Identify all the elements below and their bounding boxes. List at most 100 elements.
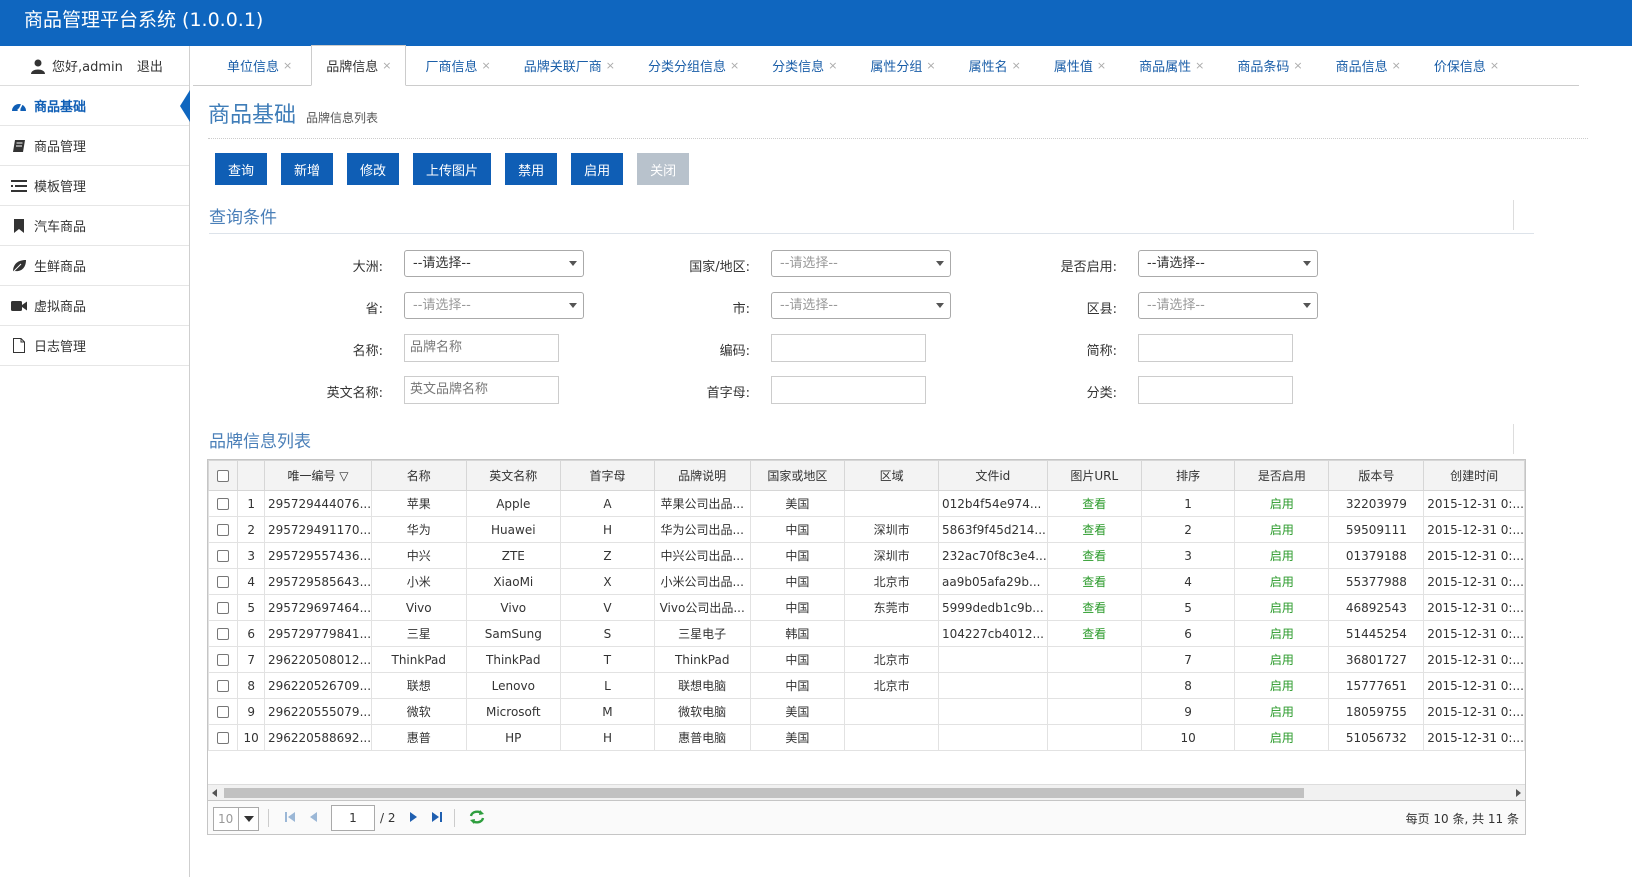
tab-goods-info[interactable]: 商品信息 × (1322, 45, 1415, 85)
tab-close-icon[interactable]: × (382, 59, 391, 72)
add-button[interactable]: 新增 (281, 153, 334, 185)
tab-goods-barcode[interactable]: 商品条码 × (1223, 45, 1316, 85)
column-header[interactable]: 首字母 (560, 460, 655, 491)
district-select[interactable]: --请选择-- (1138, 292, 1318, 319)
column-header[interactable]: 版本号 (1328, 460, 1425, 491)
city-select[interactable]: --请选择-- (771, 292, 951, 319)
row-checkbox[interactable] (217, 576, 230, 588)
tab-close-icon[interactable]: × (730, 59, 739, 72)
tab-brand-info[interactable]: 品牌信息 × (311, 45, 407, 86)
refresh-icon[interactable] (468, 809, 486, 825)
row-checkbox[interactable] (217, 602, 230, 614)
horizontal-scrollbar[interactable] (208, 784, 1525, 800)
row-select-cell[interactable] (208, 594, 239, 621)
column-header[interactable]: 品牌说明 (653, 460, 751, 491)
initial-input[interactable] (771, 376, 926, 404)
tab-goods-attribute[interactable]: 商品属性 × (1125, 45, 1218, 85)
table-row[interactable]: 10 296220588692... 惠普 HP H 惠普电脑 美国 10 启用 51056732… (208, 724, 1525, 751)
table-row[interactable]: 4 295729585643... 小米 XiaoMi X 小米公司出品... 中国 北京市 a… (208, 568, 1525, 595)
edit-button[interactable]: 修改 (347, 153, 400, 185)
disable-button[interactable]: 禁用 (505, 153, 558, 185)
tab-close-icon[interactable]: × (1195, 59, 1204, 72)
tab-attribute-name[interactable]: 属性名 × (955, 45, 1035, 85)
row-checkbox[interactable] (217, 524, 230, 536)
upload-image-button[interactable]: 上传图片 (413, 153, 492, 185)
category-input[interactable] (1138, 376, 1293, 404)
last-page-icon[interactable] (431, 811, 443, 823)
table-row[interactable]: 8 296220526709... 联想 Lenovo L 联想电脑 中国 北京市 8 启用 157… (208, 672, 1525, 699)
sidebar-item-goods-basic[interactable]: 商品基础 (0, 86, 190, 126)
row-checkbox[interactable] (217, 498, 230, 510)
previous-page-icon[interactable] (308, 811, 318, 823)
tab-attribute-value[interactable]: 属性值 × (1040, 45, 1120, 85)
column-header[interactable]: 创建时间 (1423, 460, 1525, 491)
row-select-cell[interactable] (208, 646, 239, 673)
column-header[interactable]: 国家或地区 (749, 460, 846, 491)
enabled-select[interactable]: --请选择-- (1138, 250, 1318, 277)
select-all-cell[interactable] (208, 460, 239, 491)
tab-close-icon[interactable]: × (606, 59, 615, 72)
column-header[interactable]: 是否启用 (1234, 460, 1330, 491)
tab-category-info[interactable]: 分类信息 × (758, 45, 851, 85)
english-name-input[interactable]: 英文品牌名称 (404, 376, 559, 404)
name-input[interactable]: 品牌名称 (404, 334, 559, 362)
tab-close-icon[interactable]: × (1097, 59, 1106, 72)
next-page-icon[interactable] (409, 811, 419, 823)
tab-unit-info[interactable]: 单位信息 × (213, 45, 306, 85)
column-header[interactable]: 区域 (844, 460, 939, 491)
first-page-icon[interactable] (284, 811, 296, 823)
view-image-link[interactable]: 查看 (1046, 542, 1142, 569)
row-select-cell[interactable] (208, 516, 239, 543)
table-row[interactable]: 9 296220555079... 微软 Microsoft M 微软电脑 美国 9 启用 180… (208, 698, 1525, 725)
tab-close-icon[interactable]: × (1490, 59, 1499, 72)
tab-close-icon[interactable]: × (828, 59, 837, 72)
tab-manufacturer-info[interactable]: 厂商信息 × (411, 45, 504, 85)
scrollbar-thumb[interactable] (224, 788, 1304, 798)
column-header[interactable]: 图片URL (1046, 460, 1142, 491)
tab-close-icon[interactable]: × (926, 59, 935, 72)
view-image-link[interactable]: 查看 (1046, 620, 1142, 647)
tab-close-icon[interactable]: × (1392, 59, 1401, 72)
sidebar-item-log-management[interactable]: 日志管理 (0, 326, 189, 366)
table-row[interactable]: 5 295729697464... Vivo Vivo V Vivo公司出品... 中国 东莞… (208, 594, 1525, 621)
table-row[interactable]: 6 295729779841... 三星 SamSung S 三星电子 韩国 104227cb… (208, 620, 1525, 647)
row-select-cell[interactable] (208, 490, 239, 517)
tab-category-group[interactable]: 分类分组信息 × (634, 45, 753, 85)
tab-close-icon[interactable]: × (1012, 59, 1021, 72)
tab-attribute-group[interactable]: 属性分组 × (856, 45, 949, 85)
sidebar-item-template-management[interactable]: 模板管理 (0, 166, 189, 206)
view-image-link[interactable]: 查看 (1046, 594, 1142, 621)
view-image-link[interactable]: 查看 (1046, 516, 1142, 543)
table-row[interactable]: 3 295729557436... 中兴 ZTE Z 中兴公司出品... 中国 深圳市 232a… (208, 542, 1525, 569)
row-checkbox[interactable] (217, 628, 230, 640)
tab-close-icon[interactable]: × (1293, 59, 1302, 72)
select-all-checkbox[interactable] (217, 470, 230, 482)
sidebar-item-virtual-goods[interactable]: 虚拟商品 (0, 286, 189, 326)
page-size-select[interactable]: 10 (213, 807, 259, 831)
scroll-left-icon[interactable] (212, 789, 217, 797)
view-image-link[interactable]: 查看 (1046, 490, 1142, 517)
country-select[interactable]: --请选择-- (771, 250, 951, 277)
sidebar-item-fresh-goods[interactable]: 生鲜商品 (0, 246, 189, 286)
view-image-link[interactable]: 查看 (1046, 568, 1142, 595)
tab-brand-manufacturer[interactable]: 品牌关联厂商 × (510, 45, 629, 85)
table-row[interactable]: 1 295729444076... 苹果 Apple A 苹果公司出品... 美国 012b4… (208, 490, 1525, 517)
row-checkbox[interactable] (217, 732, 230, 744)
row-checkbox[interactable] (217, 550, 230, 562)
scroll-right-icon[interactable] (1516, 789, 1521, 797)
table-row[interactable]: 2 295729491170... 华为 Huawei H 华为公司出品... 中国 深圳市 5… (208, 516, 1525, 543)
tab-close-icon[interactable]: × (481, 59, 490, 72)
row-select-cell[interactable] (208, 672, 239, 699)
province-select[interactable]: --请选择-- (404, 292, 584, 319)
column-header[interactable]: 名称 (371, 460, 467, 491)
column-header[interactable]: 英文名称 (465, 460, 562, 491)
column-header[interactable]: 唯一编号 ▽ (263, 460, 373, 491)
continent-select[interactable]: --请选择-- (404, 250, 584, 277)
logout-link[interactable]: 退出 (137, 56, 163, 75)
column-header[interactable]: 文件id (937, 460, 1048, 491)
enable-button[interactable]: 启用 (571, 153, 624, 185)
tab-close-icon[interactable]: × (283, 59, 292, 72)
row-select-cell[interactable] (208, 620, 239, 647)
row-select-cell[interactable] (208, 724, 239, 751)
sidebar-item-goods-management[interactable]: 商品管理 (0, 126, 189, 166)
